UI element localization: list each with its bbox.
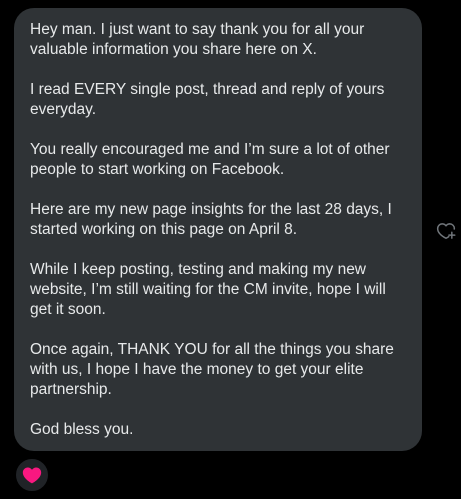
add-reaction-heart-plus-icon[interactable]: [436, 221, 456, 241]
message-paragraph: You really encouraged me and I’m sure a …: [30, 141, 390, 178]
message-paragraph: While I keep posting, testing and making…: [30, 261, 386, 318]
message-paragraph: God bless you.: [30, 421, 134, 438]
reaction-badge[interactable]: [14, 457, 50, 493]
message-paragraph: Once again, THANK YOU for all the things…: [30, 341, 394, 398]
message-paragraph: I read EVERY single post, thread and rep…: [30, 81, 385, 118]
message-paragraph: Hey man. I just want to say thank you fo…: [30, 21, 365, 58]
message-paragraph: Here are my new page insights for the la…: [30, 201, 392, 238]
heart-icon: [22, 467, 42, 484]
message-bubble[interactable]: Hey man. I just want to say thank you fo…: [14, 8, 422, 451]
